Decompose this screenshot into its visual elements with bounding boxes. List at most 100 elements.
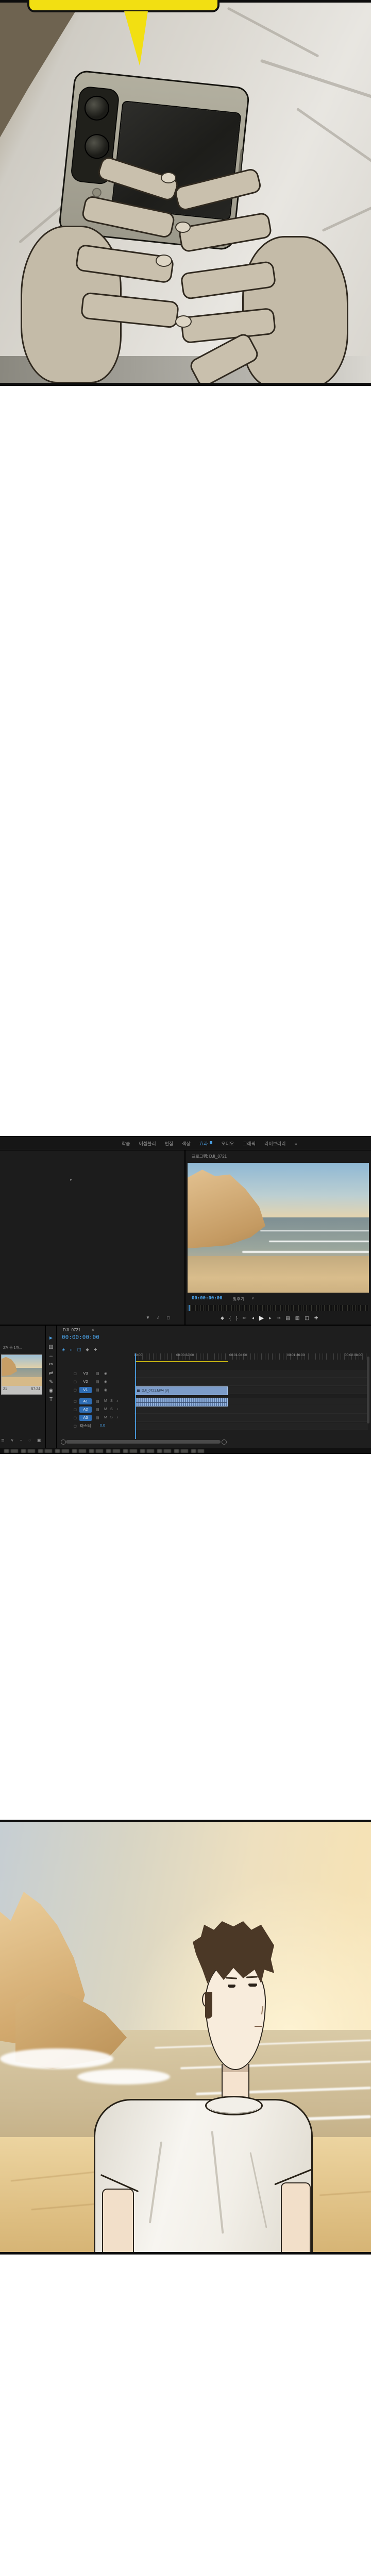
lock-icon[interactable]: ◻ [74,1424,77,1428]
workspace-tab-color[interactable]: 색상 [182,1140,191,1147]
zoom-slider-icon[interactable]: − [20,1438,23,1443]
sync-lock-icon[interactable]: ▤ [96,1380,99,1384]
track-output-icon[interactable]: ◉ [104,1388,107,1392]
mute-button[interactable]: M [104,1399,107,1403]
master-track-label[interactable]: 마스터 [79,1423,92,1429]
search-icon[interactable]: ◌ [28,1438,31,1443]
work-area-bar[interactable] [135,1361,228,1362]
workspace-tab-graphics[interactable]: 그래픽 [243,1140,256,1147]
new-bin-icon[interactable]: ▣ [37,1438,41,1443]
solo-button[interactable]: S [110,1399,113,1403]
video-clip[interactable]: DJI_0721.MP4 [V] [135,1386,228,1395]
track-select-tool[interactable]: ▥ [48,1345,53,1350]
track-badge[interactable]: V1 [79,1387,92,1393]
step-forward-icon[interactable]: ▸ [269,1315,272,1321]
track-badge[interactable]: A3 [79,1415,92,1421]
mute-button[interactable]: M [104,1408,107,1411]
comic-panel-phone [0,0,371,386]
speech-bubble-tail [123,11,149,66]
sync-lock-icon[interactable]: ▤ [96,1408,99,1412]
project-clip-thumbnail[interactable]: 21 57:24 [1,1354,42,1395]
razor-tool[interactable]: ✂ [49,1362,53,1367]
scrollbar-handle[interactable] [61,1439,66,1445]
pen-tool[interactable]: ✎ [49,1380,53,1385]
selection-tool[interactable]: ► [48,1336,54,1341]
workspace-tab-assembly[interactable]: 어셈블리 [139,1140,156,1147]
fit-dropdown[interactable]: 맞추기 [233,1296,244,1302]
timeline-playhead[interactable] [135,1353,136,1439]
sync-lock-icon[interactable]: ▤ [96,1388,99,1392]
lock-icon[interactable]: ◻ [74,1399,77,1403]
program-scrub-bar[interactable] [188,1305,369,1311]
mic-icon[interactable]: ♪ [116,1399,119,1403]
track-output-icon[interactable]: ◉ [104,1371,107,1376]
go-to-out-icon[interactable]: ⇥ [277,1315,281,1321]
button-editor-icon[interactable]: ✚ [314,1315,318,1321]
source-panel[interactable]: ▸ ▼ ≠ ◻ [0,1150,184,1325]
extract-icon[interactable]: ▥ [295,1315,300,1321]
track-badge[interactable]: V3 [79,1370,92,1377]
hand-tool[interactable]: ◉ [49,1388,54,1394]
track-badge[interactable]: A2 [79,1406,92,1413]
lock-icon[interactable]: ◻ [74,1388,77,1392]
settings-icon[interactable]: ◈ [62,1347,65,1352]
lock-icon[interactable]: ◻ [74,1408,77,1412]
lock-icon[interactable]: ◻ [74,1416,77,1420]
program-preview[interactable] [188,1163,369,1293]
sync-lock-icon[interactable]: ▤ [96,1399,99,1403]
track-output-icon[interactable]: ◉ [104,1380,107,1384]
linked-selection-icon[interactable]: ◫ [77,1347,81,1352]
workspace-tab-editing[interactable]: 편집 [165,1140,174,1147]
workspace-tab-learning[interactable]: 학습 [122,1140,130,1147]
audio-clip[interactable] [135,1398,228,1406]
sync-lock-icon[interactable]: ▤ [96,1416,99,1420]
ripple-edit-tool[interactable]: ↔ [48,1353,54,1359]
play-icon[interactable]: ▶ [259,1314,264,1321]
lock-icon[interactable]: ◻ [74,1380,77,1384]
snap-icon[interactable]: ∩ [70,1347,73,1352]
frame-icon[interactable]: ◻ [166,1315,170,1320]
program-playhead[interactable] [189,1305,190,1311]
filter-icon[interactable]: ▼ [146,1315,150,1320]
mute-button[interactable]: M [104,1416,107,1419]
program-timecode[interactable]: 00:00:00:00 [192,1296,223,1301]
lift-icon[interactable]: ▤ [285,1315,290,1321]
list-view-icon[interactable]: ≣ [1,1438,5,1443]
solo-button[interactable]: S [110,1416,113,1419]
add-marker-icon[interactable]: ◆ [221,1315,224,1321]
program-monitor-tab[interactable]: 프로그램: DJI_0721 [192,1154,227,1159]
close-icon[interactable]: × [92,1328,94,1332]
timeline-timecode[interactable]: 00:00:00:00 [62,1334,99,1341]
scrollbar-handle[interactable] [222,1439,227,1445]
export-frame-icon[interactable]: ◫ [305,1315,309,1321]
mic-icon[interactable]: ♪ [116,1408,119,1411]
type-tool[interactable]: T [49,1397,53,1402]
go-to-in-icon[interactable]: ⇤ [243,1315,247,1321]
sequence-tab[interactable]: DJI_0721 [63,1328,80,1332]
step-back-icon[interactable]: ◂ [252,1315,255,1321]
workspace-overflow-chevron[interactable]: » [294,1141,297,1146]
horizontal-scrollbar[interactable] [66,1440,221,1444]
sideburn [205,1992,212,2019]
mic-icon[interactable]: ♪ [116,1416,119,1419]
lock-icon[interactable]: ◻ [74,1371,77,1376]
workspace-tab-libraries[interactable]: 라이브러리 [264,1140,285,1147]
workspace-tab-effects[interactable]: 효과 [199,1140,213,1147]
track-badge[interactable]: V2 [79,1379,92,1385]
master-gain-value[interactable]: 0.0 [100,1424,105,1428]
sync-lock-icon[interactable]: ▤ [96,1371,99,1376]
wrench-icon[interactable]: ✚ [94,1347,97,1352]
vertical-scrollbar[interactable] [367,1357,369,1423]
slip-tool[interactable]: ⇄ [49,1371,53,1376]
compare-icon[interactable]: ≠ [157,1315,159,1320]
caret-icon[interactable]: ∨ [11,1438,14,1443]
mark-in-icon[interactable]: { [229,1315,231,1320]
solo-button[interactable]: S [110,1408,113,1411]
marker-icon[interactable]: ◆ [86,1347,89,1352]
track-badge[interactable]: A1 [79,1398,92,1404]
chevron-down-icon[interactable]: ∨ [251,1296,254,1300]
timeline-ruler[interactable] [135,1353,368,1360]
collapsed-panel-arrow-icon[interactable]: ▸ [70,1177,72,1182]
workspace-tab-audio[interactable]: 오디오 [221,1140,234,1147]
mark-out-icon[interactable]: } [236,1315,238,1320]
